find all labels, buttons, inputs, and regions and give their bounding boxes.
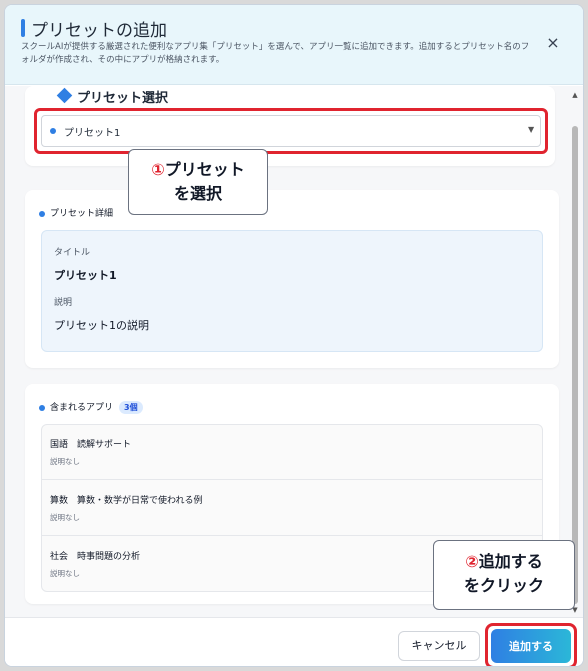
- list-item[interactable]: 算数 算数・数学が日常で使われる例 説明なし: [42, 481, 542, 536]
- preset-detail-section: プリセット詳細 タイトル プリセット1 説明 プリセット1の説明: [25, 190, 559, 368]
- bullet-dot-icon: [39, 404, 45, 411]
- scrollbar[interactable]: ▲ ▼: [570, 90, 580, 615]
- preset-select-title: プリセット選択: [77, 91, 169, 106]
- chevron-down-icon: ▼: [528, 125, 535, 134]
- add-button-highlight: 追加する: [485, 623, 577, 666]
- included-apps-heading-text: 含まれるアプリ: [50, 403, 114, 413]
- list-item[interactable]: 国語 読解サポート 説明なし: [42, 425, 542, 480]
- diamond-icon: [56, 87, 73, 104]
- app-description: 説明なし: [50, 457, 80, 466]
- dialog-description: スクールAIが提供する厳選された便利なアプリ集「プリセット」を選んで、アプリ一覧…: [21, 42, 530, 65]
- preset-select-dropdown[interactable]: プリセット1 ▼: [41, 115, 541, 147]
- dialog-body[interactable]: プリセット選択 プリセット詳細 タイトル プリセット1 説明 プリセット1の説明…: [5, 86, 583, 617]
- scroll-up-icon[interactable]: ▲: [570, 90, 580, 100]
- step2-number: ②: [465, 552, 479, 571]
- title-label: タイトル: [54, 248, 91, 258]
- scrollbar-thumb[interactable]: [572, 126, 578, 604]
- step1-text-line2: を選択: [173, 184, 222, 203]
- app-description: 説明なし: [50, 513, 80, 522]
- description-value: プリセット1の説明: [54, 319, 149, 332]
- step1-callout: ①プリセット を選択: [128, 149, 268, 215]
- app-name: 算数 算数・数学が日常で使われる例: [50, 496, 203, 506]
- description-label: 説明: [54, 298, 73, 308]
- preset-select-highlight: プリセット1 ▼: [34, 108, 548, 154]
- step2-text-line1: 追加する: [478, 552, 543, 571]
- preset-detail-box: タイトル プリセット1 説明 プリセット1の説明: [41, 230, 543, 352]
- app-description: 説明なし: [50, 569, 80, 578]
- step1-text-line1: プリセット: [164, 160, 245, 179]
- preset-select-value: プリセット1: [64, 128, 121, 139]
- add-button[interactable]: 追加する: [491, 629, 571, 663]
- preset-detail-heading-text: プリセット詳細: [50, 209, 114, 219]
- bullet-dot-icon: [50, 128, 56, 134]
- title-accent-bar: [21, 19, 25, 37]
- step1-number: ①: [151, 160, 165, 179]
- step2-text-line2: をクリック: [463, 576, 544, 595]
- step1-callout-line1: ①プリセット: [129, 158, 267, 182]
- dialog-title: プリセットの追加: [31, 21, 167, 41]
- cancel-button[interactable]: キャンセル: [398, 631, 480, 661]
- step2-callout-line1: ②追加する: [434, 550, 574, 574]
- app-name: 社会 時事問題の分析: [50, 552, 141, 562]
- dialog-header: プリセットの追加 スクールAIが提供する厳選された便利なアプリ集「プリセット」を…: [5, 5, 583, 85]
- included-apps-heading: 含まれるアプリ 3個: [39, 400, 143, 414]
- bullet-dot-icon: [39, 210, 45, 217]
- app-name: 国語 読解サポート: [50, 440, 132, 450]
- dialog-footer: キャンセル 追加する: [5, 617, 583, 666]
- close-icon[interactable]: ×: [543, 33, 563, 53]
- step2-callout: ②追加する をクリック: [433, 540, 575, 610]
- title-value: プリセット1: [54, 269, 117, 282]
- app-count-badge: 3個: [119, 401, 143, 414]
- preset-detail-heading: プリセット詳細: [39, 206, 113, 219]
